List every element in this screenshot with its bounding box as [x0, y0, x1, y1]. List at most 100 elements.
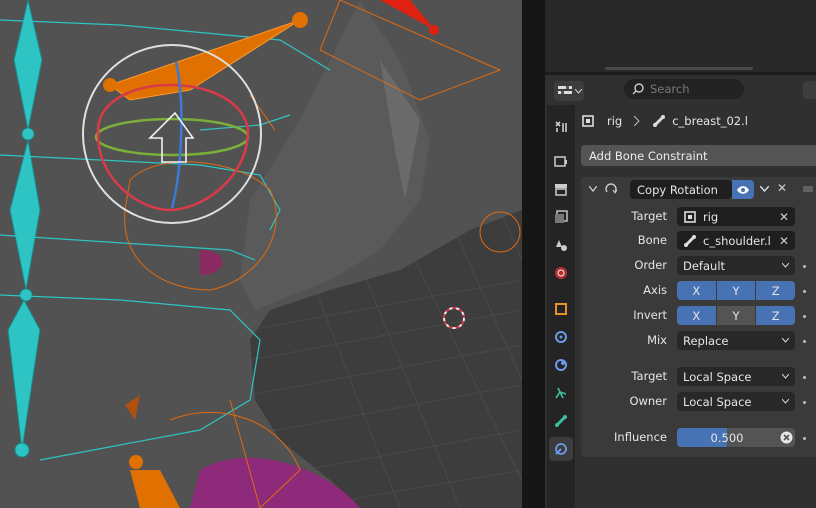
bone-icon — [684, 234, 696, 247]
bone-value: c_shoulder.l — [703, 233, 771, 248]
armature-object-icon — [684, 210, 696, 223]
mix-dropdown[interactable]: Replace — [677, 331, 795, 350]
outliner-area — [545, 0, 816, 72]
bone-icon — [555, 415, 567, 427]
target-label: Target — [631, 209, 667, 223]
invert-toggle-group: X Y Z — [677, 306, 796, 325]
chevron-down-icon — [782, 338, 789, 343]
tab-view-layer[interactable] — [549, 205, 573, 229]
editor-type-button[interactable] — [554, 81, 584, 101]
axis-x-toggle[interactable]: X — [677, 281, 717, 300]
breadcrumb-bone: c_breast_02.l — [672, 114, 748, 128]
render-icon — [554, 156, 567, 167]
influence-label: Influence — [614, 430, 667, 444]
copy-rotation-panel: Copy Rotation ✕ Target rig ✕ Bone c_shou… — [581, 177, 816, 457]
breadcrumb-object: rig — [607, 114, 623, 128]
invert-z-toggle[interactable]: Z — [756, 306, 796, 325]
keyframe-dot[interactable] — [803, 437, 806, 440]
properties-editor-icon — [557, 86, 572, 94]
mix-label: Mix — [647, 333, 667, 347]
modifier-icon — [555, 331, 567, 343]
object-constraint-icon — [555, 387, 567, 399]
tab-render[interactable] — [549, 149, 573, 173]
properties-editor: Search rig c_breast_02.l Add Bone Constr… — [545, 74, 816, 508]
constraint-name: Copy Rotation — [637, 182, 718, 197]
output-icon — [555, 184, 567, 196]
object-icon — [555, 303, 567, 315]
tab-object-constraint[interactable] — [549, 381, 573, 405]
chevron-down-icon — [782, 399, 789, 404]
bone-label: Bone — [637, 233, 667, 247]
keyframe-dot[interactable] — [803, 401, 806, 404]
clear-bone-close-icon[interactable]: ✕ — [779, 234, 789, 248]
tab-output[interactable] — [549, 177, 573, 201]
target-field[interactable]: rig ✕ — [677, 207, 795, 226]
chevron-down-icon[interactable] — [589, 186, 597, 192]
target-space-dropdown[interactable]: Local Space — [677, 367, 795, 386]
options-dropdown[interactable] — [803, 81, 816, 99]
chevron-down-icon — [782, 374, 789, 379]
order-value: Default — [683, 258, 726, 273]
properties-header: Search — [545, 75, 816, 103]
invert-label: Invert — [633, 308, 667, 322]
tab-object[interactable] — [549, 297, 573, 321]
axis-toggle-group: X Y Z — [677, 281, 796, 300]
delete-constraint-close-icon[interactable]: ✕ — [777, 181, 787, 195]
view-layer-icon — [555, 210, 568, 223]
close-circle-icon — [780, 431, 792, 444]
owner-space-value: Local Space — [683, 394, 752, 409]
toggle-visibility-button[interactable] — [732, 180, 754, 199]
clear-target-close-icon[interactable]: ✕ — [779, 210, 789, 224]
order-dropdown[interactable]: Default — [677, 256, 795, 275]
target-value: rig — [703, 209, 719, 224]
bone-constraint-icon — [555, 443, 567, 455]
tab-bone[interactable] — [549, 409, 573, 433]
bone-field[interactable]: c_shoulder.l ✕ — [677, 231, 795, 250]
armature-object-icon — [582, 115, 594, 127]
search-placeholder: Search — [650, 82, 690, 96]
axis-y-toggle[interactable]: Y — [716, 281, 757, 300]
tab-world[interactable] — [549, 261, 573, 285]
viewport-scene — [0, 0, 522, 508]
3d-viewport[interactable] — [0, 0, 522, 508]
order-label: Order — [634, 258, 667, 272]
tab-tool[interactable] — [549, 115, 573, 139]
chevron-down-icon — [574, 88, 582, 94]
chevron-right-icon — [634, 116, 640, 126]
tab-bone-constraint[interactable] — [549, 437, 573, 461]
chevron-down-icon — [782, 263, 789, 268]
search-input[interactable]: Search — [624, 79, 744, 99]
target-space-value: Local Space — [683, 369, 752, 384]
copy-rotation-icon — [605, 183, 618, 194]
eye-icon — [737, 185, 749, 194]
influence-slider[interactable]: 0.500 — [677, 428, 777, 447]
constraint-name-field[interactable]: Copy Rotation — [630, 180, 732, 199]
axis-label: Axis — [643, 283, 667, 297]
keyframe-dot[interactable] — [803, 265, 806, 268]
invert-x-toggle[interactable]: X — [677, 306, 717, 325]
keyframe-dot[interactable] — [803, 315, 806, 318]
owner-space-dropdown[interactable]: Local Space — [677, 392, 795, 411]
tab-scene[interactable] — [549, 233, 573, 257]
area-divider[interactable] — [522, 0, 545, 508]
panel-header[interactable]: Copy Rotation ✕ — [581, 177, 816, 201]
keyframe-dot[interactable] — [803, 376, 806, 379]
scrollbar[interactable] — [605, 67, 753, 70]
keyframe-dot[interactable] — [803, 340, 806, 343]
add-bone-constraint-button[interactable]: Add Bone Constraint — [581, 145, 816, 166]
breadcrumb: rig c_breast_02.l — [581, 111, 748, 131]
disable-keep-transform-button[interactable] — [777, 428, 795, 447]
chevron-down-icon[interactable] — [760, 186, 769, 192]
axis-z-toggle[interactable]: Z — [756, 281, 796, 300]
tool-icon — [555, 121, 567, 132]
invert-y-toggle[interactable]: Y — [716, 306, 757, 325]
drag-handle-icon[interactable] — [803, 186, 813, 192]
owner-space-label: Owner — [629, 394, 667, 408]
world-icon — [555, 267, 567, 279]
scene-icon — [556, 240, 567, 251]
keyframe-dot[interactable] — [803, 290, 806, 293]
search-icon — [632, 83, 644, 95]
tab-physics[interactable] — [549, 353, 573, 377]
mix-value: Replace — [683, 333, 729, 348]
tab-modifier[interactable] — [549, 325, 573, 349]
